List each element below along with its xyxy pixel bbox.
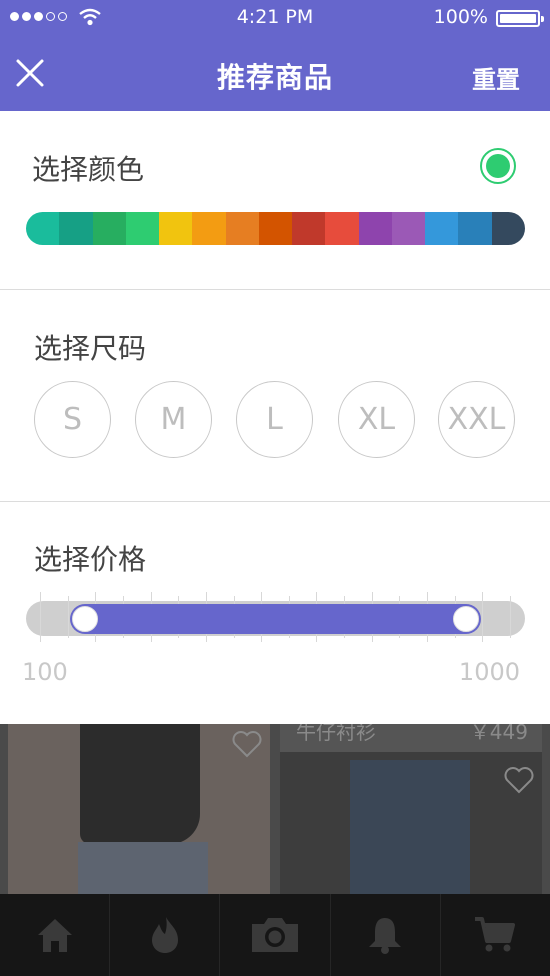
tab-notifications[interactable] [331,894,441,976]
size-section-title: 选择尺码 [34,332,147,365]
status-bar: 4:21 PM 100% [0,0,550,36]
price-section-title: 选择价格 [34,543,147,576]
tab-cart[interactable] [441,894,550,976]
product-card[interactable]: 牛仔衬衫 ￥449 [280,724,542,894]
size-option-m[interactable]: M [135,381,212,458]
slider-tick [510,596,511,638]
color-section-title: 选择颜色 [32,153,145,186]
color-palette [26,212,525,245]
color-swatch[interactable] [458,212,492,245]
product-grid-background: 牛仔衬衫 ￥449 [0,724,550,894]
size-option-s[interactable]: S [34,381,111,458]
color-swatch[interactable] [425,212,459,245]
size-option-xxl[interactable]: XXL [438,381,515,458]
size-option-l[interactable]: L [236,381,313,458]
product-price: ￥449 [469,724,528,744]
tab-bar [0,894,550,976]
header-bar: 4:21 PM 100% 推荐商品 重置 [0,0,550,111]
color-swatch[interactable] [258,212,293,245]
color-swatch[interactable] [125,212,160,245]
tab-hot[interactable] [110,894,221,976]
product-card[interactable] [8,724,270,894]
product-title-row: 牛仔衬衫 ￥449 [280,724,542,752]
battery-percentage: 100% [433,6,488,28]
slider-tick [67,596,69,638]
size-option-xl[interactable]: XL [338,381,415,458]
selected-color-swatch [486,154,510,178]
price-slider-min-handle[interactable] [72,606,98,632]
slider-tick [40,592,41,642]
battery-icon [496,10,544,27]
divider [0,289,550,290]
reset-button[interactable]: 重置 [472,60,520,95]
color-swatch[interactable] [391,212,426,245]
color-swatch[interactable] [358,212,392,245]
color-swatch[interactable] [491,212,525,245]
tab-home[interactable] [0,894,111,976]
color-swatch[interactable] [325,212,359,245]
heart-icon[interactable] [504,766,534,794]
product-image [350,760,470,894]
color-swatch[interactable] [192,212,226,245]
home-icon [37,919,72,952]
color-swatch[interactable] [26,212,60,245]
fire-icon [151,917,178,953]
size-options: S M L XL XXL [34,381,517,459]
price-max-label: 1000 [458,658,520,686]
heart-icon[interactable] [232,730,262,758]
product-image [80,724,200,844]
cart-icon [475,917,516,952]
divider [0,501,550,502]
tab-camera[interactable] [220,894,331,976]
price-min-label: 100 [22,658,68,686]
color-swatch[interactable] [92,212,126,245]
product-image [78,842,208,894]
bell-icon [369,918,402,954]
color-swatch[interactable] [59,212,93,245]
camera-icon [252,918,298,952]
price-slider-max-handle[interactable] [453,606,479,632]
page-title: 推荐商品 [216,61,333,94]
color-swatch[interactable] [292,212,326,245]
color-swatch[interactable] [159,212,193,245]
selected-color-indicator [480,148,516,184]
slider-tick [482,592,484,642]
color-swatch[interactable] [225,212,259,245]
price-slider-range [70,604,481,634]
product-name: 牛仔衬衫 [296,724,376,744]
